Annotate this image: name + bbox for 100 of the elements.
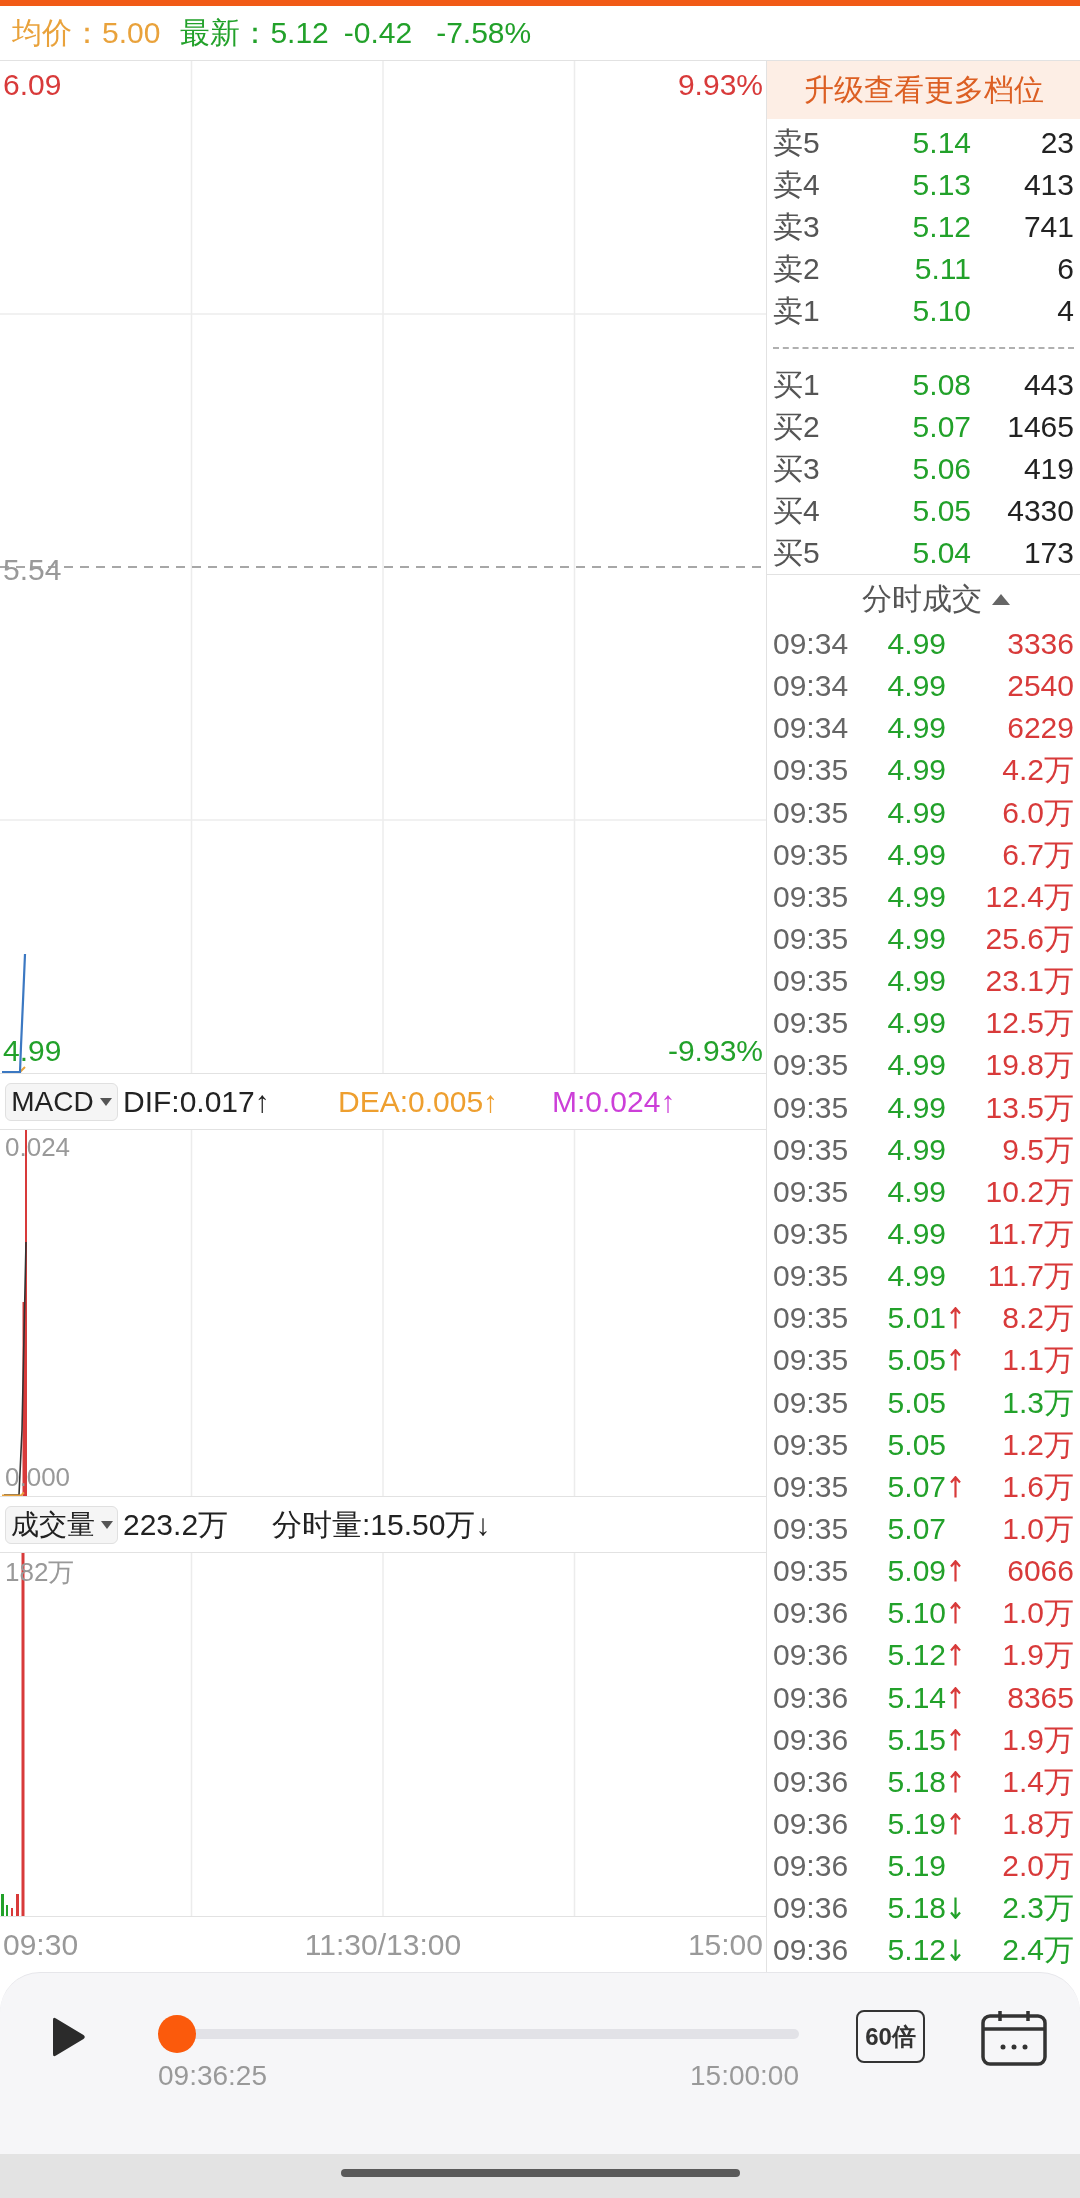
ask-volume: 4 [1057,293,1074,329]
dea-line [1,1491,25,1496]
trade-price: 4.99 [887,1005,946,1042]
trade-volume: 1.9万 [1002,1721,1074,1758]
trade-volume: 1.4万 [1002,1763,1074,1800]
trade-price: 5.18 [887,1763,946,1800]
trade-volume: 1.1万 [1002,1342,1074,1379]
trade-time: 09:35 [773,1258,849,1295]
trade-price: 5.19 [887,1848,946,1885]
calendar-icon[interactable] [981,2010,1047,2066]
trade-volume: 19.8万 [985,1047,1074,1084]
trade-price: 4.99 [887,878,946,915]
bid-price: 5.07 [912,409,971,445]
trade-time: 09:35 [773,1426,849,1463]
trade-volume: 23.1万 [985,963,1074,1000]
caret-down-icon [100,1520,113,1529]
trade-time: 09:36 [773,1932,849,1969]
trade-price: 5.07 [887,1468,946,1505]
elapsed-time: 09:36:25 [158,2059,267,2093]
trade-time: 09:35 [773,878,849,915]
indicator-selector[interactable]: MACD [5,1082,118,1121]
bid-volume: 443 [1023,367,1074,403]
trade-time: 09:36 [773,1806,849,1842]
trade-price: 4.99 [887,668,946,705]
trade-time: 09:36 [773,1763,849,1800]
bid-label: 买2 [773,409,820,445]
percent-change: -7.58% [436,15,532,51]
average-price: 均价：5.00 [12,15,161,51]
trade-time: 09:35 [773,1089,849,1126]
bid-price: 5.06 [912,451,971,487]
bid-volume: 4330 [1007,493,1074,529]
trade-price: 5.14 [887,1679,946,1716]
trade-time: 09:35 [773,1173,849,1210]
trade-time: 09:35 [773,1511,849,1547]
trade-price: 4.99 [887,963,946,1000]
trade-volume: 1.3万 [1002,1384,1074,1421]
m-value: M:0.024↑ [552,1083,676,1120]
trade-price: 5.10 [887,1595,946,1632]
trade-time: 09:36 [773,1679,849,1716]
trade-time: 09:35 [773,1131,849,1168]
trade-time: 09:35 [773,752,849,789]
trade-price: 5.05 [887,1384,946,1421]
trade-time: 09:35 [773,1384,849,1421]
bid-price: 5.05 [912,493,971,529]
trade-time: 09:34 [773,710,849,747]
time-axis-label: 11:30/13:00 [304,1926,462,1963]
trade-time: 09:35 [773,1005,849,1042]
trade-volume: 1.6万 [1002,1468,1074,1505]
ask-label: 卖5 [773,125,820,161]
ask-price: 5.12 [912,209,971,245]
trade-time: 09:35 [773,836,849,873]
speed-button[interactable]: 60倍 [856,2010,925,2063]
ask-volume: 6 [1057,251,1074,287]
trade-time: 09:35 [773,1216,849,1253]
trade-volume: 13.5万 [985,1089,1074,1126]
ask-label: 卖3 [773,209,820,245]
trade-price: 5.15 [887,1721,946,1758]
high-percent-label: 9.93% [677,67,763,103]
trade-price: 5.09 [887,1553,946,1590]
bid-label: 买1 [773,367,820,403]
ask-label: 卖2 [773,251,820,287]
caret-up-icon[interactable] [991,593,1010,605]
play-icon[interactable] [52,2016,86,2058]
trade-time: 09:35 [773,963,849,1000]
trade-volume: 2.3万 [1002,1890,1074,1927]
latest-price: 最新：5.12 [180,15,329,51]
trade-volume: 12.4万 [985,878,1074,915]
high-price-label: 6.09 [3,67,62,103]
trade-price: 4.99 [887,752,946,789]
trade-volume: 9.5万 [1002,1131,1074,1168]
volume-bar [1,1894,4,1916]
indicator-selector[interactable]: 成交量 [5,1505,118,1544]
caret-down-icon [99,1097,112,1106]
price-change: -0.42 [343,15,413,51]
progress-thumb[interactable] [158,2015,197,2053]
trade-time: 09:36 [773,1890,849,1927]
trade-price: 5.12 [887,1637,946,1674]
trade-price: 4.99 [887,710,946,747]
trade-volume: 1.2万 [1002,1426,1074,1463]
trade-volume: 25.6万 [985,921,1074,958]
ask-price: 5.10 [912,293,971,329]
bid-volume: 1465 [1007,409,1074,445]
trade-time: 09:35 [773,794,849,831]
ask-volume: 413 [1023,167,1074,203]
trade-price: 4.99 [887,1173,946,1210]
trade-price: 4.99 [887,1089,946,1126]
trade-price: 4.99 [887,836,946,873]
trade-volume: 2540 [1007,668,1074,705]
end-time: 15:00:00 [690,2059,799,2093]
trade-time: 09:34 [773,626,849,663]
time-axis-label: 09:30 [3,1926,79,1963]
bid-label: 买4 [773,493,820,529]
reference-price-label: 5.54 [3,552,62,588]
trade-volume: 1.8万 [1002,1806,1074,1842]
bid-label: 买5 [773,535,820,571]
volume-bar [16,1894,19,1916]
trade-time: 09:34 [773,668,849,705]
ask-label: 卖4 [773,167,820,203]
bid-price: 5.08 [912,367,971,403]
trade-price: 4.99 [887,1047,946,1084]
